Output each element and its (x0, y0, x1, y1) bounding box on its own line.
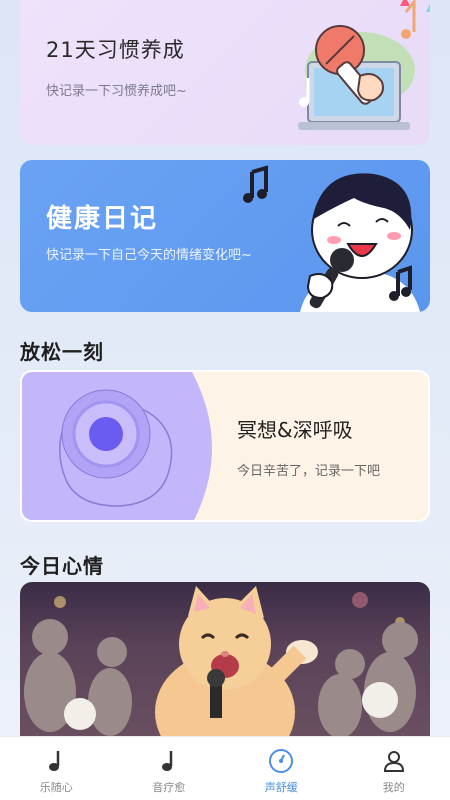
mood-section-title: 今日心情 (20, 554, 104, 578)
tab-le-sui-xin[interactable]: 乐随心 (0, 737, 113, 800)
tab-yin-liao-yu[interactable]: 音疗愈 (113, 737, 226, 800)
singing-cats-image (24, 586, 418, 742)
tab-label: 声舒缓 (264, 781, 298, 794)
microphone-laptop-illustration (298, 0, 430, 130)
tab-label: 我的 (382, 781, 405, 794)
tab-sheng-shu-huan[interactable]: 声舒缓 (225, 737, 338, 800)
relax-section-title: 放松一刻 (20, 340, 104, 364)
music-note-icon (156, 747, 182, 775)
habit-card-title: 21天习惯养成 (46, 38, 185, 62)
user-icon (381, 747, 407, 775)
bottom-tab-bar: 乐随心 音疗愈 声舒缓 我的 (0, 736, 450, 800)
music-note-icon (43, 747, 69, 775)
habit-card[interactable]: 21天习惯养成 快记录一下习惯养成吧~ (20, 0, 430, 145)
meditation-title: 冥想&深呼吸 (237, 418, 353, 442)
health-card-title: 健康日记 (46, 204, 159, 234)
mood-image-card[interactable] (20, 582, 430, 742)
tab-label: 音疗愈 (152, 781, 186, 794)
health-diary-card[interactable]: 健康日记 快记录一下自己今天的情绪变化吧~ (20, 160, 430, 312)
meditation-subtitle: 今日辛苦了，记录一下吧 (237, 464, 381, 479)
habit-card-subtitle: 快记录一下习惯养成吧~ (46, 84, 187, 99)
health-card-subtitle: 快记录一下自己今天的情绪变化吧~ (46, 248, 252, 263)
meditation-card[interactable]: 冥想&深呼吸 今日辛苦了，记录一下吧 (20, 370, 430, 522)
gauge-icon (268, 747, 294, 775)
tab-label: 乐随心 (39, 781, 73, 794)
meditation-circle-graphic (22, 372, 212, 520)
singing-boy-illustration (243, 165, 420, 312)
tab-wo-de[interactable]: 我的 (338, 737, 450, 800)
